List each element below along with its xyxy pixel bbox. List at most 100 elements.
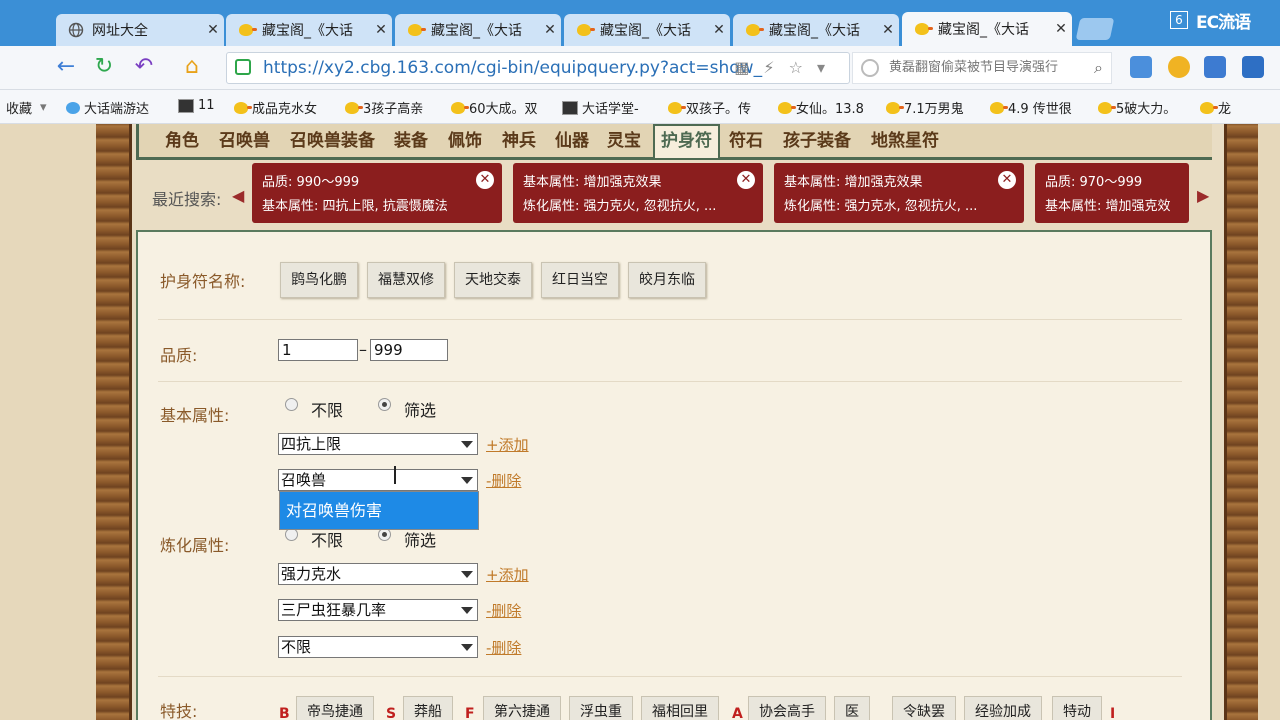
close-icon[interactable]: ✕ [476, 171, 494, 189]
bookmark-item[interactable]: 女仙。13.8 [778, 98, 864, 117]
tab-title: 藏宝阁_《大话 [431, 23, 522, 39]
trait-button[interactable]: 令缺罢 [892, 696, 956, 720]
search-icon[interactable]: ⌕ [1094, 53, 1103, 83]
amulet-name-button[interactable]: 天地交泰 [454, 262, 532, 298]
bookmark-item[interactable]: 4.9 传世很 [990, 98, 1072, 117]
tab-child-equipment[interactable]: 孩子装备 [783, 126, 851, 156]
trait-button[interactable]: 第六捷通 [483, 696, 561, 720]
close-icon[interactable]: ✕ [1050, 21, 1072, 37]
bookmark-item[interactable]: 11 [178, 98, 215, 113]
close-icon[interactable]: ✕ [370, 22, 392, 38]
close-icon[interactable]: ✕ [998, 171, 1016, 189]
remove-attr-link[interactable]: -删除 [486, 600, 521, 621]
bookmark-item[interactable]: 成品克水女 [234, 98, 317, 117]
undo-icon[interactable]: ↶ [130, 54, 158, 80]
amulet-name-button[interactable]: 福慧双修 [367, 262, 445, 298]
dropdown-option[interactable]: 对召唤兽伤害 [280, 492, 478, 529]
tab-summon[interactable]: 召唤兽 [219, 126, 270, 156]
tab-spirit-treasure[interactable]: 灵宝 [607, 126, 641, 156]
trait-button[interactable]: 浮虫重 [569, 696, 633, 720]
amulet-name-button[interactable]: 皎月东临 [628, 262, 706, 298]
trait-button[interactable]: 经验加成 [964, 696, 1042, 720]
tab-cbg[interactable]: 藏宝阁_《大话 ✕ [733, 14, 899, 46]
bookmark-item[interactable]: 收藏 ▾ [6, 98, 47, 117]
tab-title: 网址大全 [92, 23, 148, 39]
tab-title: 藏宝阁_《大话 [262, 23, 353, 39]
recent-search-card[interactable]: 基本属性: 增加强克效果 炼化属性: 强力克火, 忽视抗火, ... ✕ [513, 163, 763, 223]
url-text: https://xy2.cbg.163.com/cgi-bin/equipque… [263, 58, 763, 78]
recent-search-card[interactable]: 基本属性: 增加强克效果 炼化属性: 强力克水, 忽视抗火, ... ✕ [774, 163, 1024, 223]
recent-line2: 基本属性: 四抗上限, 抗震慑魔法 [262, 199, 448, 214]
quality-min-input[interactable]: 1 [278, 339, 358, 361]
add-attr-link[interactable]: +添加 [486, 434, 529, 455]
tab-amulet[interactable]: 护身符 [653, 124, 720, 158]
bookmark-item[interactable]: 大话学堂- [562, 98, 639, 117]
tab-cbg-active[interactable]: 藏宝阁_《大话 ✕ [902, 12, 1072, 46]
close-icon[interactable]: ✕ [539, 22, 561, 38]
window-count-badge[interactable]: 6 [1170, 11, 1188, 29]
tab-earth-star-talisman[interactable]: 地煞星符 [871, 126, 939, 156]
bookmark-item[interactable]: 60大成。双 [451, 98, 538, 117]
basic-filter-radio[interactable] [378, 398, 391, 411]
trait-button[interactable]: 帝鸟捷通 [296, 696, 374, 720]
quality-max-input[interactable]: 999 [370, 339, 448, 361]
bookmark-label: 11 [198, 98, 215, 113]
bookmark-item[interactable]: 3孩子高亲 [345, 98, 423, 117]
amulet-name-button[interactable]: 鹍鸟化鹏 [280, 262, 358, 298]
url-bar[interactable]: https://xy2.cbg.163.com/cgi-bin/equipque… [226, 52, 850, 84]
close-icon[interactable]: ✕ [737, 171, 755, 189]
key-icon[interactable] [1168, 56, 1190, 78]
reload-icon[interactable]: ↻ [90, 54, 118, 80]
tab-divine-weapon[interactable]: 神兵 [502, 126, 536, 156]
refine-attr-select[interactable]: 强力克水 [278, 563, 478, 585]
trait-button[interactable]: 莽船 [403, 696, 453, 720]
tab-accessory[interactable]: 佩饰 [448, 126, 482, 156]
tab-cbg[interactable]: 藏宝阁_《大话 ✕ [226, 14, 392, 46]
amulet-name-button[interactable]: 红日当空 [541, 262, 619, 298]
basic-attr-select[interactable]: 召唤兽 [278, 469, 478, 491]
basic-attr-select[interactable]: 四抗上限 [278, 433, 478, 455]
remove-attr-link[interactable]: -删除 [486, 470, 521, 491]
recent-search-card[interactable]: 品质: 990～999 基本属性: 四抗上限, 抗震慑魔法 ✕ [252, 163, 502, 223]
add-attr-link[interactable]: +添加 [486, 564, 529, 585]
search-box[interactable]: 黄磊翻窗偷菜被节目导演强行 ⌕ [852, 52, 1112, 84]
back-icon[interactable]: ← [52, 54, 80, 80]
trait-button[interactable]: 福相回里 [641, 696, 719, 720]
tab-cbg[interactable]: 藏宝阁_《大话 ✕ [395, 14, 561, 46]
duck-icon [745, 22, 764, 38]
tab-nav-portal[interactable]: 网址大全 ✕ [56, 14, 224, 46]
tab-summon-equipment[interactable]: 召唤兽装备 [290, 126, 375, 156]
recent-search-card[interactable]: 品质: 970～999 基本属性: 增加强克效 [1035, 163, 1189, 223]
remove-attr-link[interactable]: -删除 [486, 637, 521, 658]
qr-icon[interactable]: ▦⚡☆▾ [734, 53, 839, 83]
bookmark-item[interactable]: 龙 [1200, 98, 1231, 117]
trait-button[interactable]: 协会高手 [748, 696, 826, 720]
close-icon[interactable]: ✕ [202, 22, 224, 38]
chevron-left-icon[interactable]: ◀ [232, 186, 244, 205]
tab-equipment[interactable]: 装备 [394, 126, 428, 156]
tab-cbg[interactable]: 藏宝阁_《大话 ✕ [564, 14, 730, 46]
tab-rune-stone[interactable]: 符石 [729, 126, 763, 156]
home-icon[interactable]: ⌂ [178, 54, 206, 80]
close-icon[interactable]: ✕ [708, 22, 730, 38]
bookmark-item[interactable]: 7.1万男鬼 [886, 98, 964, 117]
refine-attr-select[interactable]: 三尸虫狂暴几率 [278, 599, 478, 621]
tab-role[interactable]: 角色 [165, 126, 199, 156]
chevron-right-icon[interactable]: ▶ [1197, 186, 1209, 205]
trait-button[interactable]: 医 [834, 696, 870, 720]
recent-line2: 基本属性: 增加强克效 [1045, 199, 1171, 214]
bookmark-label: 龙 [1218, 102, 1232, 117]
bookmark-item[interactable]: 大话端游达 [66, 98, 149, 117]
basic-unlimited-radio[interactable] [285, 398, 298, 411]
refine-attr-select[interactable]: 不限 [278, 636, 478, 658]
new-tab-button[interactable] [1075, 18, 1115, 40]
trait-button[interactable]: 特动 [1052, 696, 1102, 720]
bookmark-item[interactable]: 双孩子。传 [668, 98, 751, 117]
menu-icon[interactable] [1242, 56, 1264, 78]
bookmark-item[interactable]: 5破大力。 [1098, 98, 1176, 117]
bookmark-label: 收藏 [6, 102, 33, 117]
close-icon[interactable]: ✕ [877, 22, 899, 38]
translate-icon[interactable] [1204, 56, 1226, 78]
tab-immortal-artifact[interactable]: 仙器 [555, 126, 589, 156]
extension-icon[interactable] [1130, 56, 1152, 78]
